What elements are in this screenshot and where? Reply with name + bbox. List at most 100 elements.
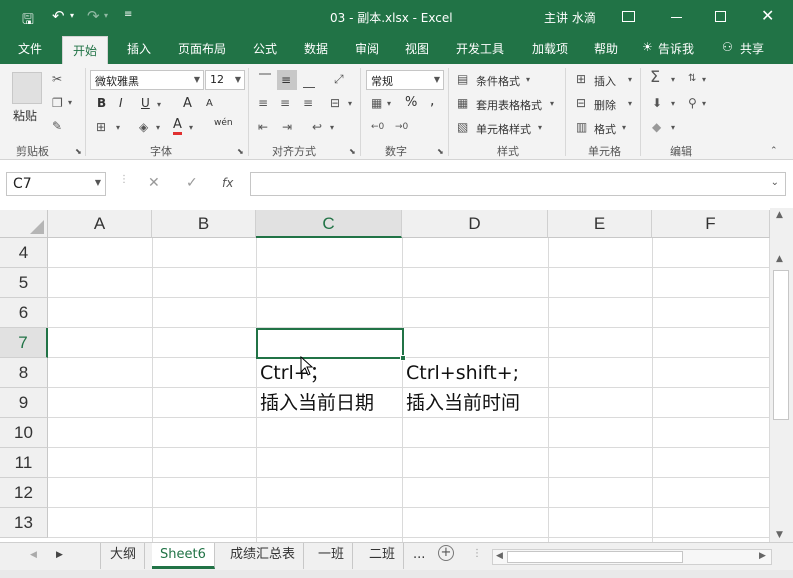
align-left-icon[interactable]: ≡ bbox=[258, 96, 268, 110]
undo-dropdown-icon[interactable]: ▾ bbox=[70, 11, 74, 20]
number-format-combo[interactable]: 常规 ▼ bbox=[366, 70, 444, 90]
clear-dropdown-icon[interactable]: ▾ bbox=[671, 121, 675, 135]
font-size-combo[interactable]: 12 ▼ bbox=[205, 70, 245, 90]
horizontal-scrollbar[interactable]: ◀ ▶ bbox=[492, 549, 772, 565]
tab-addins[interactable]: 加载项 bbox=[532, 40, 568, 57]
top-align-icon[interactable]: ⎺ bbox=[259, 72, 271, 86]
tab-home[interactable]: 开始 bbox=[62, 36, 109, 64]
sheet-tab-outline[interactable]: 大纲 bbox=[102, 543, 146, 569]
autosum-icon[interactable]: Σ bbox=[650, 69, 660, 85]
insert-cells-button[interactable]: 插入 bbox=[594, 73, 616, 89]
scroll-up-icon[interactable]: ▲ bbox=[776, 254, 783, 264]
row-header-8[interactable]: 8 bbox=[0, 358, 48, 388]
find-select-icon[interactable]: ⚲ bbox=[688, 96, 697, 110]
wrap-text-icon[interactable]: ↩ bbox=[312, 120, 322, 134]
vertical-scrollbar[interactable]: ▲ ▲ ▼ bbox=[770, 208, 793, 542]
row-header-6[interactable]: 6 bbox=[0, 298, 48, 328]
user-name[interactable]: 主讲 水滴 bbox=[544, 9, 596, 26]
select-all-button[interactable] bbox=[0, 210, 48, 238]
tab-insert[interactable]: 插入 bbox=[127, 40, 151, 57]
cut-icon[interactable]: ✂ bbox=[52, 72, 62, 86]
increase-decimal-icon[interactable]: ←0 bbox=[371, 120, 384, 134]
column-header-a[interactable]: A bbox=[48, 210, 152, 238]
merge-dropdown-icon[interactable]: ▾ bbox=[348, 97, 352, 111]
increase-font-button[interactable]: A bbox=[183, 96, 192, 111]
paste-button-label[interactable]: 粘贴 bbox=[13, 107, 37, 124]
paste-icon[interactable] bbox=[12, 72, 42, 104]
column-header-c[interactable]: C bbox=[256, 210, 402, 238]
vertical-scroll-thumb[interactable] bbox=[773, 270, 789, 420]
fill-icon[interactable]: ⬇ bbox=[652, 96, 662, 110]
undo-icon[interactable]: ↶ bbox=[52, 7, 65, 25]
clear-icon[interactable]: ◆ bbox=[652, 120, 661, 134]
tell-me-search[interactable]: 告诉我 bbox=[658, 40, 694, 57]
merge-center-icon[interactable]: ⊟ bbox=[330, 96, 340, 110]
row-header-12[interactable]: 12 bbox=[0, 478, 48, 508]
next-sheet-icon[interactable]: ▶ bbox=[56, 550, 63, 560]
tab-page-layout[interactable]: 页面布局 bbox=[178, 40, 226, 57]
middle-align-button[interactable]: ≡ bbox=[277, 70, 297, 90]
borders-dropdown-icon[interactable]: ▾ bbox=[116, 121, 120, 135]
format-painter-icon[interactable]: ✎ bbox=[52, 119, 62, 133]
copy-dropdown-icon[interactable]: ▾ bbox=[68, 96, 72, 110]
fill-dropdown-icon[interactable]: ▾ bbox=[156, 121, 160, 135]
scroll-up-icon[interactable]: ▲ bbox=[776, 210, 783, 220]
column-header-b[interactable]: B bbox=[152, 210, 256, 238]
bold-button[interactable]: B bbox=[97, 96, 106, 110]
row-header-4[interactable]: 4 bbox=[0, 238, 48, 268]
ribbon-display-options-icon[interactable] bbox=[622, 11, 635, 22]
format-cells-dropdown-icon[interactable]: ▾ bbox=[622, 121, 626, 135]
column-header-f[interactable]: F bbox=[652, 210, 770, 238]
conditional-format-button[interactable]: 条件格式 bbox=[476, 73, 520, 89]
sort-filter-dropdown-icon[interactable]: ▾ bbox=[702, 73, 706, 87]
insert-function-button[interactable]: fx bbox=[222, 176, 233, 190]
restore-icon[interactable] bbox=[715, 11, 726, 22]
align-center-icon[interactable]: ≡ bbox=[280, 96, 290, 110]
save-icon[interactable]: 🖫 bbox=[22, 9, 34, 33]
tab-split-grip-icon[interactable]: ⋮ bbox=[472, 548, 482, 559]
copy-icon[interactable]: ❐ bbox=[52, 96, 63, 110]
tab-data[interactable]: 数据 bbox=[304, 40, 328, 57]
font-color-dropdown-icon[interactable]: ▾ bbox=[189, 121, 193, 135]
cell-d8[interactable]: Ctrl+shift+; bbox=[406, 358, 519, 388]
name-box[interactable]: C7 ▼ bbox=[6, 172, 106, 196]
borders-icon[interactable]: ⊞ bbox=[96, 120, 106, 134]
scroll-right-icon[interactable]: ▶ bbox=[759, 551, 766, 561]
font-name-combo[interactable]: 微软雅黑 ▼ bbox=[90, 70, 204, 90]
worksheet-grid[interactable]: A B C D E F 4 5 6 7 8 9 10 11 12 13 Ctrl… bbox=[0, 208, 793, 542]
expand-formula-bar-icon[interactable]: ⌄ bbox=[771, 177, 779, 188]
more-sheets-button[interactable]: ... bbox=[413, 547, 425, 562]
underline-button[interactable]: U bbox=[141, 96, 150, 110]
row-header-9[interactable]: 9 bbox=[0, 388, 48, 418]
sheet-tab-class-one[interactable]: 一班 bbox=[310, 543, 354, 569]
tab-view[interactable]: 视图 bbox=[405, 40, 429, 57]
scroll-down-icon[interactable]: ▼ bbox=[776, 530, 783, 540]
tab-file[interactable]: 文件 bbox=[18, 40, 42, 57]
clipboard-launcher-icon[interactable]: ⬊ bbox=[75, 145, 82, 159]
comma-button[interactable]: , bbox=[430, 93, 434, 109]
insert-cells-dropdown-icon[interactable]: ▾ bbox=[628, 73, 632, 87]
accounting-format-icon[interactable]: ▦ bbox=[371, 96, 382, 110]
close-icon[interactable]: ✕ bbox=[761, 6, 774, 25]
cell-d9[interactable]: 插入当前时间 bbox=[406, 388, 520, 418]
sheet-tab-sheet6[interactable]: Sheet6 bbox=[152, 543, 215, 569]
decrease-decimal-icon[interactable]: →0 bbox=[395, 120, 408, 134]
wrap-dropdown-icon[interactable]: ▾ bbox=[330, 121, 334, 135]
find-select-dropdown-icon[interactable]: ▾ bbox=[702, 97, 706, 111]
font-launcher-icon[interactable]: ⬊ bbox=[237, 145, 244, 159]
cell-c8[interactable]: Ctrl+； bbox=[260, 358, 329, 388]
orientation-icon[interactable]: ⤢ bbox=[334, 72, 344, 86]
row-header-11[interactable]: 11 bbox=[0, 448, 48, 478]
add-sheet-icon[interactable]: + bbox=[438, 545, 454, 561]
row-header-5[interactable]: 5 bbox=[0, 268, 48, 298]
prev-sheet-icon[interactable]: ◀ bbox=[30, 550, 37, 560]
row-header-10[interactable]: 10 bbox=[0, 418, 48, 448]
collapse-ribbon-icon[interactable]: ⌃ bbox=[770, 144, 778, 158]
column-header-d[interactable]: D bbox=[402, 210, 548, 238]
autosum-dropdown-icon[interactable]: ▾ bbox=[671, 73, 675, 87]
sheet-tab-class-two[interactable]: 二班 bbox=[361, 543, 405, 569]
active-cell-c7[interactable] bbox=[256, 328, 404, 359]
number-launcher-icon[interactable]: ⬊ bbox=[437, 145, 444, 159]
cell-styles-dropdown-icon[interactable]: ▾ bbox=[538, 121, 542, 135]
underline-dropdown-icon[interactable]: ▾ bbox=[157, 98, 161, 112]
